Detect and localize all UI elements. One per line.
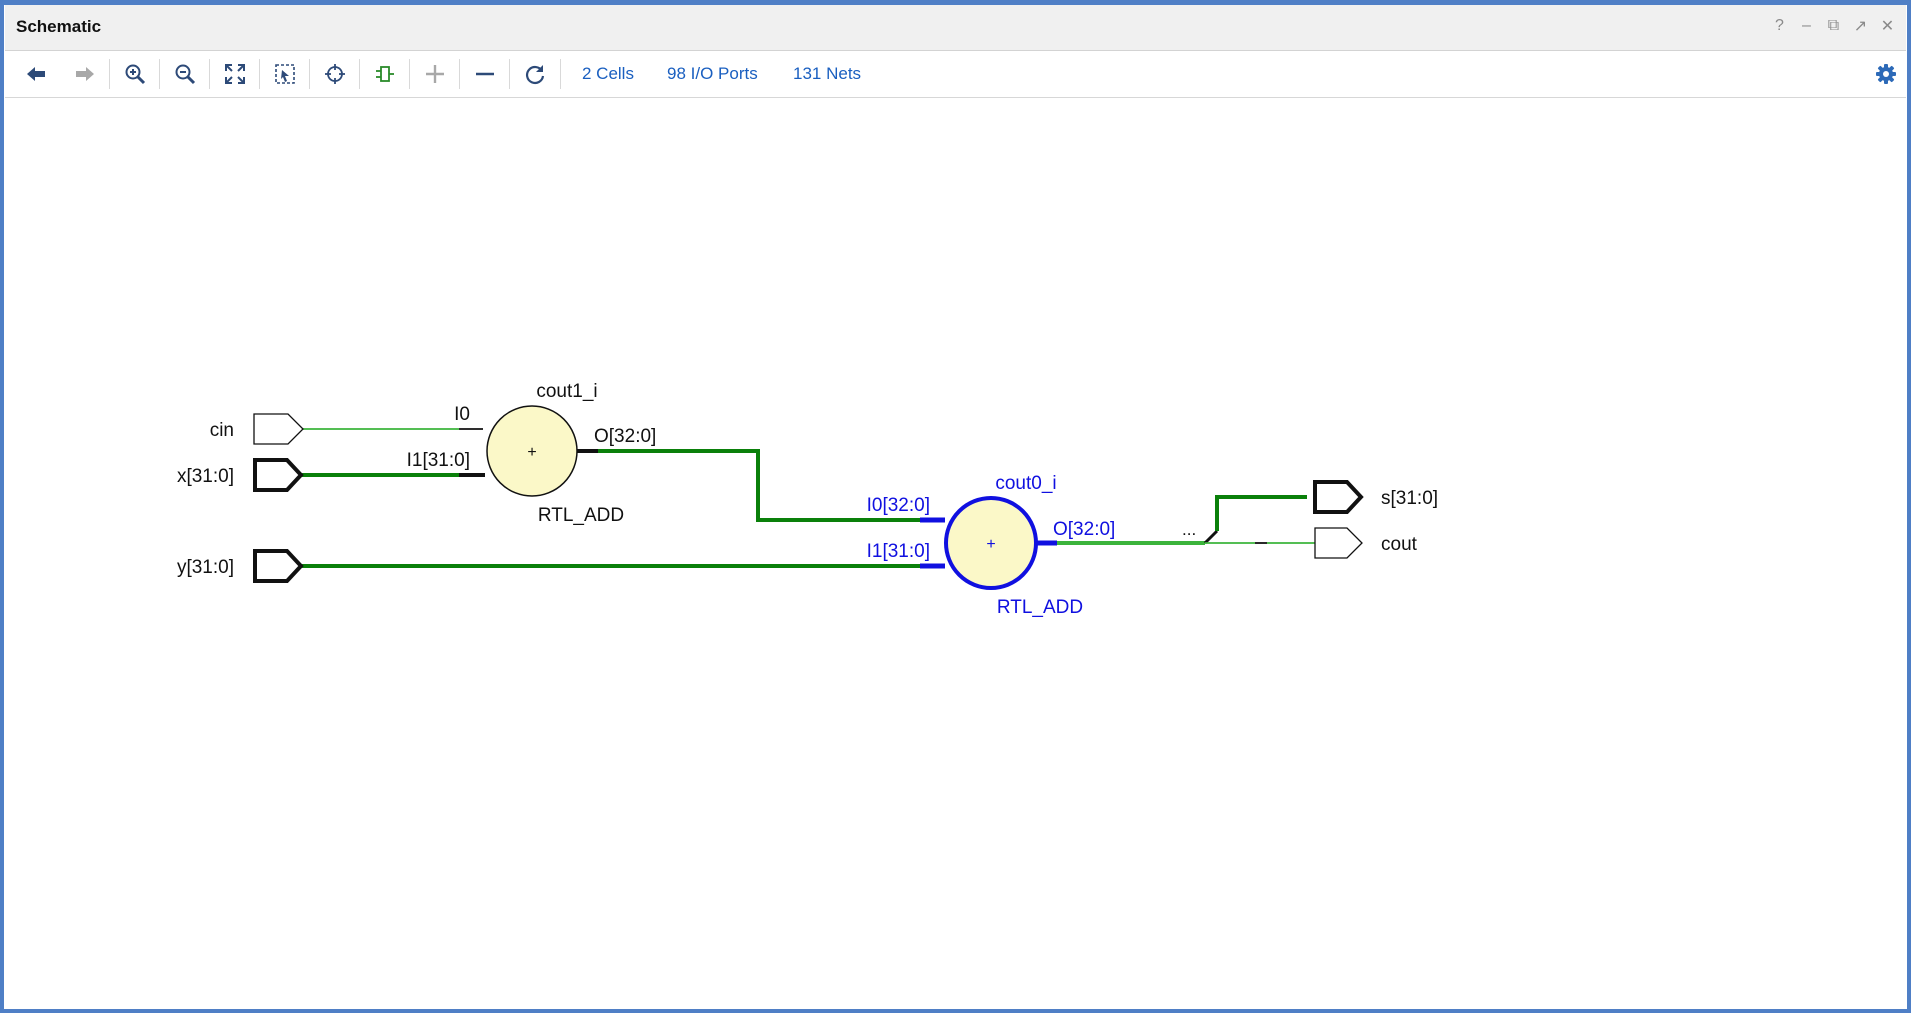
toolbar-separator bbox=[509, 59, 510, 89]
port-cout[interactable] bbox=[1315, 528, 1362, 558]
expand-button[interactable] bbox=[419, 60, 451, 88]
title-bar: Schematic ? – ⧉ ↗ ✕ bbox=[5, 5, 1906, 51]
restore-icon[interactable]: ⧉ bbox=[1825, 17, 1842, 35]
bus-ripper[interactable] bbox=[1205, 531, 1217, 543]
back-button[interactable] bbox=[20, 60, 52, 88]
settings-button[interactable] bbox=[1870, 60, 1902, 88]
schematic-diagram[interactable]: ... cin x[31:0] y[31:0] s[31:0] cout + c… bbox=[5, 98, 1906, 1009]
window-controls: ? – ⧉ ↗ ✕ bbox=[1771, 17, 1896, 35]
port-s[interactable] bbox=[1315, 482, 1361, 512]
zoom-in-icon bbox=[124, 63, 146, 85]
refresh-icon bbox=[524, 63, 546, 85]
zoom-area-button[interactable] bbox=[269, 60, 301, 88]
cell1-symbol: + bbox=[527, 444, 536, 461]
toolbar-separator bbox=[109, 59, 110, 89]
cell0-type-label: RTL_ADD bbox=[997, 597, 1083, 618]
cell1-pin-i1: I1[31:0] bbox=[407, 450, 470, 471]
zoom-out-icon bbox=[174, 63, 196, 85]
toolbar-separator bbox=[259, 59, 260, 89]
zoom-out-button[interactable] bbox=[169, 60, 201, 88]
toolbar-separator bbox=[309, 59, 310, 89]
toolbar-separator bbox=[560, 59, 561, 89]
crosshair-icon bbox=[324, 63, 346, 85]
plus-icon bbox=[424, 63, 446, 85]
fit-icon bbox=[224, 63, 246, 85]
cell0-pin-i0: I0[32:0] bbox=[867, 495, 930, 516]
port-cin[interactable] bbox=[254, 414, 303, 444]
port-s-label: s[31:0] bbox=[1381, 488, 1438, 509]
minimize-icon[interactable]: – bbox=[1798, 17, 1815, 35]
arrow-left-icon bbox=[25, 65, 47, 83]
schematic-canvas[interactable]: ... cin x[31:0] y[31:0] s[31:0] cout + c… bbox=[5, 98, 1906, 1009]
toolbar-separator bbox=[459, 59, 460, 89]
cell1-instance-label: cout1_i bbox=[536, 381, 597, 402]
minus-icon bbox=[474, 63, 496, 85]
close-icon[interactable]: ✕ bbox=[1879, 17, 1896, 35]
regenerate-button[interactable] bbox=[369, 60, 401, 88]
cell-icon bbox=[374, 63, 396, 85]
window-title: Schematic bbox=[16, 17, 101, 37]
port-cin-label: cin bbox=[210, 420, 234, 441]
port-y-label: y[31:0] bbox=[177, 557, 234, 578]
cell0-instance-label: cout0_i bbox=[995, 473, 1056, 494]
toolbar-separator bbox=[409, 59, 410, 89]
gear-icon bbox=[1875, 63, 1897, 85]
arrow-right-icon bbox=[74, 65, 96, 83]
forward-button[interactable] bbox=[69, 60, 101, 88]
cell1-pin-o: O[32:0] bbox=[594, 426, 656, 447]
cell0-symbol: + bbox=[986, 536, 995, 553]
cell0-pin-i1: I1[31:0] bbox=[867, 541, 930, 562]
port-x[interactable] bbox=[255, 460, 301, 490]
io-ports-link[interactable]: 98 I/O Ports bbox=[667, 64, 758, 84]
help-icon[interactable]: ? bbox=[1771, 17, 1788, 35]
port-x-label: x[31:0] bbox=[177, 466, 234, 487]
bus-ripper-label: ... bbox=[1182, 520, 1196, 539]
zoom-in-button[interactable] bbox=[119, 60, 151, 88]
maximize-icon[interactable]: ↗ bbox=[1852, 17, 1869, 35]
cell1-type-label: RTL_ADD bbox=[538, 505, 624, 526]
port-y[interactable] bbox=[255, 551, 301, 581]
toolbar-separator bbox=[359, 59, 360, 89]
autofit-selection-button[interactable] bbox=[319, 60, 351, 88]
cell0-pin-o: O[32:0] bbox=[1053, 519, 1115, 540]
cell1-pin-i0: I0 bbox=[454, 404, 470, 425]
toolbar: 2 Cells 98 I/O Ports 131 Nets bbox=[5, 51, 1906, 98]
collapse-button[interactable] bbox=[469, 60, 501, 88]
toolbar-separator bbox=[209, 59, 210, 89]
zoom-fit-button[interactable] bbox=[219, 60, 251, 88]
net-s[interactable] bbox=[1217, 497, 1307, 531]
refresh-button[interactable] bbox=[519, 60, 551, 88]
cells-link[interactable]: 2 Cells bbox=[582, 64, 634, 84]
nets-link[interactable]: 131 Nets bbox=[793, 64, 861, 84]
zoom-area-icon bbox=[274, 63, 296, 85]
toolbar-separator bbox=[159, 59, 160, 89]
port-cout-label: cout bbox=[1381, 534, 1418, 555]
